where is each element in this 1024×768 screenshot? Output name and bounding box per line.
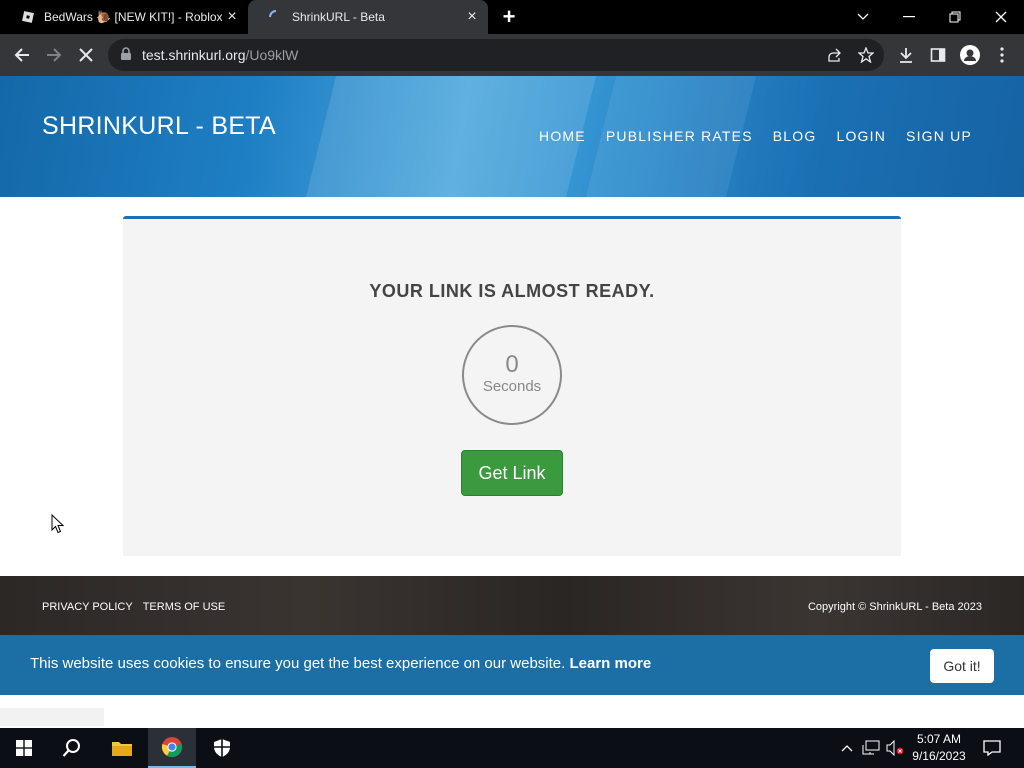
url-domain: test.shrinkurl.org	[142, 47, 246, 63]
tab-title: BedWars 🐌 [NEW KIT!] - Roblox	[44, 10, 223, 24]
clock-date: 9/16/2023	[912, 749, 966, 763]
tab-roblox[interactable]: BedWars 🐌 [NEW KIT!] - Roblox ×	[0, 0, 248, 34]
side-panel-icon[interactable]	[926, 43, 950, 67]
network-icon[interactable]	[860, 728, 882, 768]
search-icon[interactable]	[48, 728, 96, 768]
windows-start-icon[interactable]	[0, 728, 48, 768]
nav-publisher-rates[interactable]: PUBLISHER RATES	[606, 128, 753, 144]
countdown-timer: 0 Seconds	[462, 325, 562, 425]
back-icon[interactable]	[10, 43, 34, 67]
nav-blog[interactable]: BLOG	[773, 128, 817, 144]
countdown-unit: Seconds	[482, 378, 542, 395]
download-icon[interactable]	[894, 43, 918, 67]
cookie-banner: This website uses cookies to ensure you …	[0, 635, 1024, 695]
loading-spinner-icon	[268, 9, 284, 25]
forward-icon[interactable]	[42, 43, 66, 67]
get-link-button[interactable]: Get Link	[461, 450, 563, 496]
terms-of-use-link[interactable]: TERMS OF USE	[143, 601, 226, 613]
main-nav: HOME PUBLISHER RATES BLOG LOGIN SIGN UP	[539, 128, 972, 144]
new-tab-icon[interactable]: +	[498, 6, 520, 28]
tray-chevron-up-icon[interactable]	[838, 728, 856, 768]
notification-center-icon[interactable]	[978, 728, 1006, 768]
site-footer: PRIVACY POLICY TERMS OF USE Copyright © …	[0, 576, 1024, 636]
security-shield-icon[interactable]	[198, 728, 246, 768]
footer-links: PRIVACY POLICY TERMS OF USE	[42, 601, 225, 613]
chrome-icon[interactable]	[148, 728, 196, 768]
url-path: /Uo9klW	[245, 47, 299, 63]
learn-more-link[interactable]: Learn more	[569, 655, 651, 672]
tab-strip: BedWars 🐌 [NEW KIT!] - Roblox × ShrinkUR…	[0, 0, 1024, 34]
countdown-value: 0	[505, 351, 519, 378]
site-logo[interactable]: SHRINKURL - BETA	[42, 112, 276, 141]
bookmark-star-icon[interactable]	[854, 43, 878, 67]
system-clock[interactable]: 5:07 AM 9/16/2023	[906, 731, 972, 765]
browser-toolbar: test.shrinkurl.org/Uo9klW	[0, 34, 1024, 76]
nav-sign-up[interactable]: SIGN UP	[906, 128, 972, 144]
link-ready-card: YOUR LINK IS ALMOST READY. 0 Seconds Get…	[123, 216, 901, 556]
faded-overlay	[0, 708, 104, 726]
menu-kebab-icon[interactable]	[990, 43, 1014, 67]
close-tab-icon[interactable]: ×	[224, 9, 240, 25]
address-bar[interactable]: test.shrinkurl.org/Uo9klW	[108, 39, 884, 71]
close-window-icon[interactable]	[978, 0, 1024, 34]
web-page: SHRINKURL - BETA HOME PUBLISHER RATES BL…	[0, 76, 1024, 728]
site-header: SHRINKURL - BETA HOME PUBLISHER RATES BL…	[0, 76, 1024, 197]
volume-muted-icon[interactable]	[884, 728, 906, 768]
nav-home[interactable]: HOME	[539, 128, 586, 144]
windows-taskbar: 5:07 AM 9/16/2023	[0, 728, 1024, 768]
cookie-message-text: This website uses cookies to ensure you …	[30, 655, 566, 672]
mouse-cursor-icon	[51, 513, 65, 539]
cookie-accept-button[interactable]: Got it!	[930, 649, 994, 683]
share-icon[interactable]	[822, 43, 846, 67]
tab-shrinkurl[interactable]: ShrinkURL - Beta ×	[248, 0, 488, 34]
tab-search-icon[interactable]	[840, 0, 886, 34]
stop-loading-icon[interactable]	[74, 43, 98, 67]
copyright-text: Copyright © ShrinkURL - Beta 2023	[807, 601, 982, 613]
cookie-message: This website uses cookies to ensure you …	[30, 655, 651, 672]
privacy-policy-link[interactable]: PRIVACY POLICY	[42, 601, 133, 613]
tab-title: ShrinkURL - Beta	[292, 10, 385, 24]
clock-time: 5:07 AM	[916, 732, 962, 746]
minimize-icon[interactable]	[886, 0, 932, 34]
file-explorer-icon[interactable]	[98, 728, 146, 768]
lock-icon[interactable]	[120, 47, 136, 63]
roblox-icon	[20, 9, 36, 25]
card-title: YOUR LINK IS ALMOST READY.	[369, 281, 655, 301]
restore-icon[interactable]	[932, 0, 978, 34]
nav-login[interactable]: LOGIN	[836, 128, 886, 144]
close-tab-icon[interactable]: ×	[464, 9, 480, 25]
url-text: test.shrinkurl.org/Uo9klW	[142, 47, 298, 63]
profile-avatar-icon[interactable]	[958, 43, 982, 67]
